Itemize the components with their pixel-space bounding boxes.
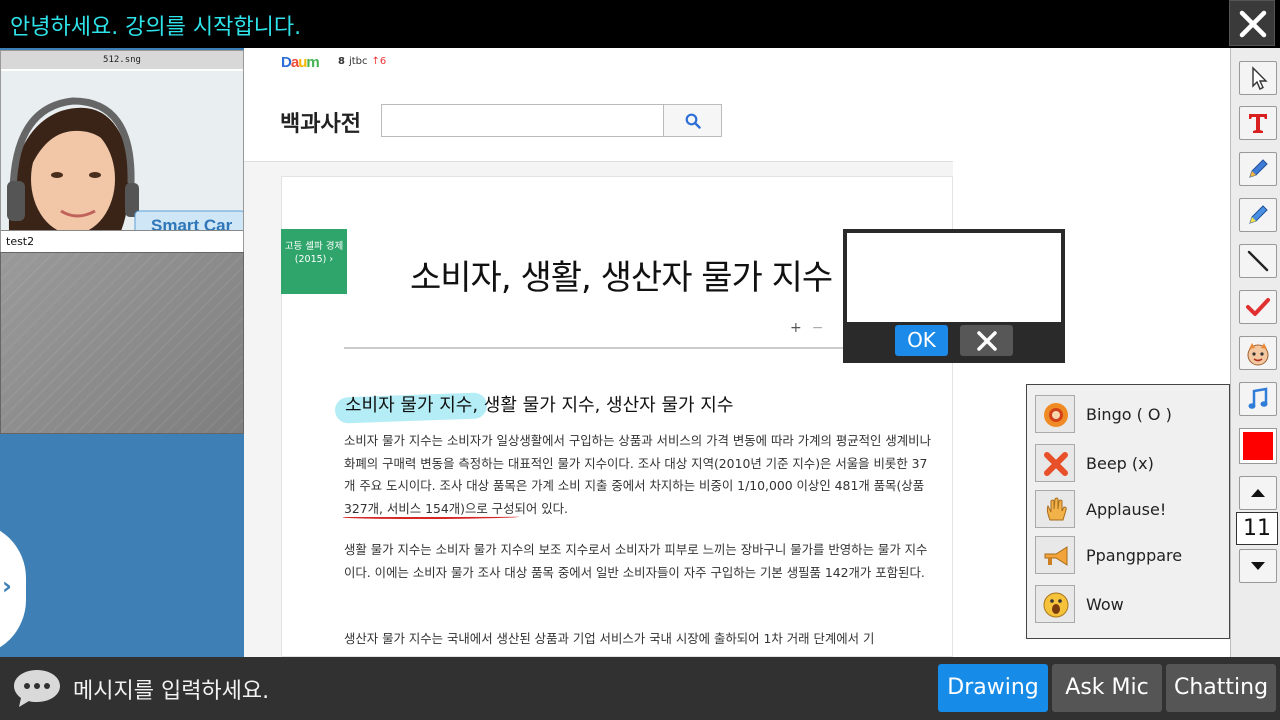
- title-divider: [344, 347, 864, 349]
- video-panel: 512.sng Smart Car test2: [0, 48, 244, 657]
- zoom-out-button[interactable]: −: [812, 320, 824, 336]
- search-button[interactable]: [663, 104, 722, 137]
- reaction-bingo[interactable]: Bingo ( O ): [1035, 395, 1225, 433]
- drawing-toolbar: 11: [1230, 48, 1280, 657]
- text-input-area[interactable]: [847, 233, 1061, 322]
- line-icon: [1247, 250, 1269, 272]
- video-username: test2: [6, 235, 35, 248]
- ok-button[interactable]: OK: [895, 325, 948, 356]
- wow-icon: [1035, 585, 1075, 623]
- article-subheading: 소비자 물가 지수, 생활 물가 지수, 생산자 물가 지수: [345, 395, 734, 416]
- chatting-button[interactable]: Chatting: [1166, 664, 1276, 712]
- line-tool[interactable]: [1239, 244, 1277, 278]
- applause-icon: [1035, 490, 1075, 528]
- chat-bubble-icon: [14, 670, 60, 707]
- lecture-title: 안녕하세요. 강의를 시작합니다.: [10, 15, 302, 40]
- trending-keyword[interactable]: 8 jtbc ↑6: [338, 56, 386, 67]
- triangle-up-icon: [1251, 489, 1265, 497]
- horn-icon: [1035, 536, 1075, 574]
- zoom-in-button[interactable]: +: [790, 320, 802, 336]
- category-tag[interactable]: 고등 셀파 경제(2015) ›: [281, 229, 347, 294]
- pen-tool[interactable]: [1239, 152, 1277, 186]
- svg-text:Smart Car: Smart Car: [151, 216, 233, 231]
- text-input-dialog: OK: [843, 229, 1065, 363]
- pointer-icon: [1252, 66, 1268, 90]
- size-value: 11: [1236, 512, 1278, 545]
- dictionary-title: 백과사전: [280, 112, 361, 137]
- article-title: 소비자, 생활, 생산자 물가 지수: [410, 258, 833, 298]
- sticker-icon: [1247, 343, 1269, 366]
- presenter-image: Smart Car: [1, 71, 243, 231]
- pen-icon: [1249, 159, 1268, 178]
- participant-video[interactable]: [0, 252, 244, 434]
- reactions-panel: Bingo ( O ) Beep (x) Applause! Ppangppar…: [1026, 384, 1230, 639]
- color-picker[interactable]: [1239, 428, 1277, 464]
- dictionary-header: Daum 8 jtbc ↑6 백과사전: [244, 48, 953, 162]
- cancel-button[interactable]: [960, 325, 1013, 356]
- app-window: 안녕하세요. 강의를 시작합니다. 512.sng Smart Car test…: [0, 0, 1280, 720]
- font-size-controls: + −: [790, 320, 823, 336]
- search-input[interactable]: [381, 104, 664, 137]
- beep-icon: [1035, 444, 1075, 482]
- drawing-button[interactable]: Drawing: [938, 664, 1048, 712]
- ask-mic-button[interactable]: Ask Mic: [1052, 664, 1162, 712]
- close-icon: [977, 331, 997, 351]
- text-tool[interactable]: [1239, 106, 1277, 140]
- video-filename: 512.sng: [1, 51, 243, 69]
- check-icon: [1246, 298, 1270, 316]
- search-icon: [685, 113, 701, 129]
- pointer-tool[interactable]: [1239, 61, 1277, 95]
- daum-logo[interactable]: Daum: [281, 54, 320, 71]
- color-swatch: [1243, 432, 1273, 460]
- size-down-button[interactable]: [1239, 549, 1277, 583]
- sticker-tool[interactable]: [1239, 336, 1277, 370]
- reaction-applause[interactable]: Applause!: [1035, 490, 1225, 528]
- paragraph-consumer-index: 소비자 물가 지수는 소비자가 일상생활에서 구입하는 상품과 서비스의 가격 …: [344, 433, 931, 516]
- reaction-wow[interactable]: Wow: [1035, 585, 1225, 623]
- presenter-camera: Smart Car: [1, 71, 243, 231]
- top-bar: 안녕하세요. 강의를 시작합니다.: [0, 0, 1280, 48]
- music-icon: [1248, 387, 1268, 409]
- close-icon: [1239, 10, 1267, 38]
- reaction-beep[interactable]: Beep (x): [1035, 444, 1225, 482]
- highlighter-tool[interactable]: [1239, 198, 1277, 232]
- size-up-button[interactable]: [1239, 476, 1277, 510]
- close-button[interactable]: [1229, 0, 1275, 46]
- sound-tool[interactable]: [1239, 382, 1277, 416]
- paragraph-living-index: 생활 물가 지수는 소비자 물가 지수의 보조 지수로서 소비자가 피부로 느끼…: [344, 542, 928, 580]
- message-input[interactable]: 메시지를 입력하세요.: [73, 673, 269, 705]
- bottom-bar: 메시지를 입력하세요. Drawing Ask Mic Chatting: [0, 657, 1280, 720]
- triangle-down-icon: [1251, 562, 1265, 570]
- bingo-icon: [1035, 395, 1075, 433]
- paragraph-producer-index: 생산자 물가 지수는 국내에서 생산된 상품과 기업 서비스가 국내 시장에 출…: [344, 631, 875, 646]
- chevron-right-icon: ›: [2, 572, 12, 600]
- highlighter-icon: [1249, 205, 1268, 224]
- check-tool[interactable]: [1239, 290, 1277, 324]
- reaction-ppangppare[interactable]: Ppangppare: [1035, 536, 1225, 574]
- text-icon: [1249, 114, 1267, 133]
